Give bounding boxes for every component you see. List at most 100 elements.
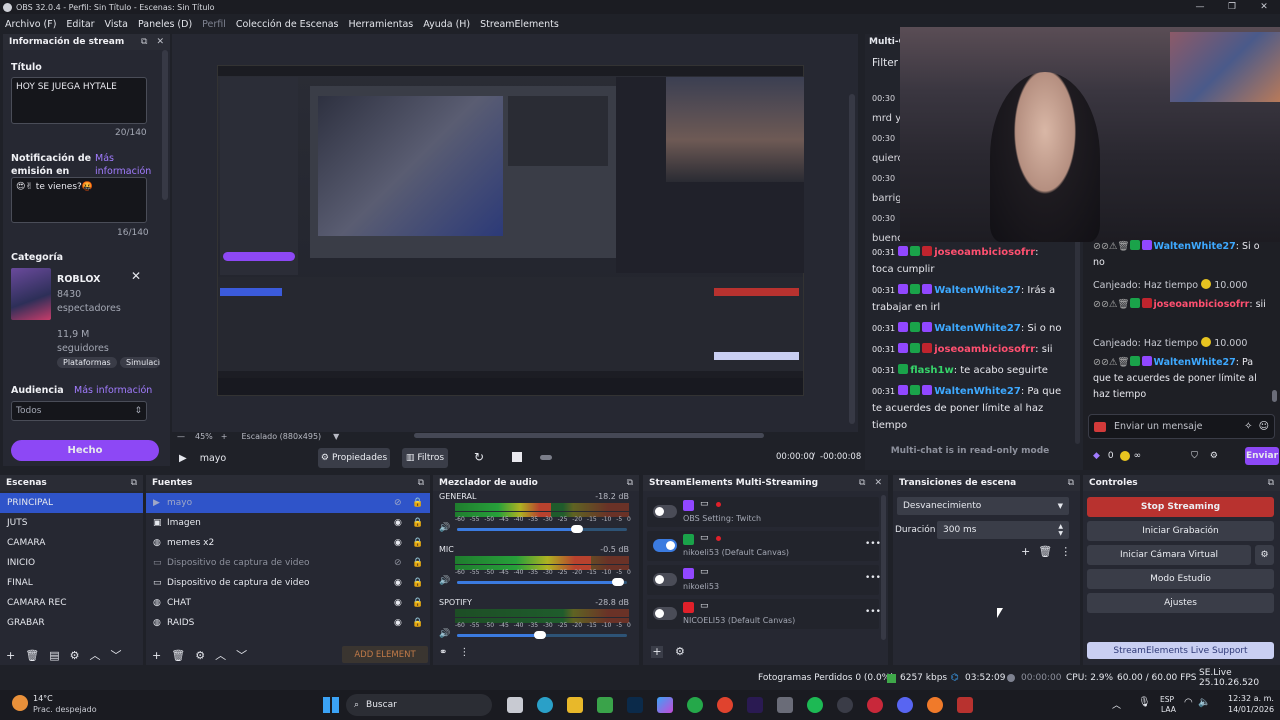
eye-icon[interactable]: ◉ bbox=[394, 518, 412, 528]
copilot-icon[interactable] bbox=[657, 697, 673, 713]
close-dock-icon[interactable]: ✕ bbox=[156, 37, 164, 47]
properties-button[interactable]: ⚙ Propiedades bbox=[318, 448, 390, 468]
scene-item[interactable]: FINAL bbox=[0, 573, 143, 593]
menu-herramientas[interactable]: Herramientas bbox=[344, 19, 419, 30]
emote-icon[interactable]: ☺ bbox=[1259, 421, 1269, 432]
chat-user[interactable]: joseoambiciosofrr bbox=[934, 247, 1035, 258]
stop-icon[interactable] bbox=[512, 452, 522, 462]
bits-icon[interactable]: ◆ bbox=[1093, 451, 1100, 461]
live-support-button[interactable]: StreamElements Live Support bbox=[1087, 642, 1274, 659]
close-dock-icon[interactable]: ✕ bbox=[874, 478, 882, 488]
chat-user[interactable]: WaltenWhite27 bbox=[1154, 241, 1236, 252]
whatsapp-icon[interactable] bbox=[687, 697, 703, 713]
wifi-icon[interactable]: ◠ bbox=[1184, 697, 1193, 708]
more-icon[interactable]: ⋮ bbox=[1060, 545, 1071, 558]
shield-icon[interactable]: ⛉ bbox=[1191, 451, 1198, 461]
up-icon[interactable]: ︿ bbox=[89, 647, 100, 663]
magic-icon[interactable]: ✧ bbox=[1244, 421, 1252, 432]
multistream-item[interactable]: ▭ NICOELI53 (Default Canvas) ••• bbox=[647, 599, 881, 629]
float-icon[interactable]: ⧉ bbox=[418, 478, 424, 488]
edge-icon[interactable] bbox=[537, 697, 553, 713]
lock-icon[interactable]: 🔒 bbox=[412, 498, 430, 508]
multistream-scrollbar[interactable] bbox=[881, 495, 886, 640]
taskview-icon[interactable] bbox=[507, 697, 523, 713]
more-icon[interactable]: ••• bbox=[865, 573, 881, 583]
volume-slider-handle[interactable] bbox=[612, 578, 625, 586]
multistream-item[interactable]: ▭ nikoeli53 ••• bbox=[647, 565, 881, 595]
store-icon[interactable] bbox=[777, 697, 793, 713]
float-icon[interactable]: ⧉ bbox=[859, 478, 865, 488]
menu-archivo[interactable]: Archivo (F) bbox=[0, 19, 61, 30]
send-button[interactable]: Enviar bbox=[1245, 447, 1279, 465]
media-slider[interactable] bbox=[540, 455, 552, 460]
scene-item[interactable]: GRABAR bbox=[0, 613, 143, 633]
menu-perfil[interactable]: Perfil bbox=[197, 19, 231, 30]
source-item[interactable]: ▭ Dispositivo de captura de video ⊘ 🔒 bbox=[146, 553, 430, 573]
notif-more-link[interactable]: Más información bbox=[95, 152, 153, 178]
notif-input[interactable]: 😍✌ te vienes?🤬 bbox=[11, 177, 147, 223]
photoshop-icon[interactable] bbox=[627, 697, 643, 713]
add-element-button[interactable]: ADD ELEMENT bbox=[342, 646, 428, 663]
studio-mode-button[interactable]: Modo Estudio bbox=[1087, 569, 1274, 589]
clock-date[interactable]: 14/01/2026 bbox=[1228, 705, 1274, 714]
mic-icon[interactable]: 🎙 bbox=[1138, 697, 1151, 708]
zoom-plus-icon[interactable]: + bbox=[221, 432, 228, 441]
clock-time[interactable]: 12:32 a. m. bbox=[1228, 694, 1274, 703]
category-remove-icon[interactable]: ✕ bbox=[131, 269, 141, 283]
minecraft-icon[interactable] bbox=[597, 697, 613, 713]
lock-icon[interactable]: 🔒 bbox=[412, 558, 430, 568]
up-icon[interactable]: ︿ bbox=[215, 647, 226, 663]
virtual-camera-button[interactable]: Iniciar Cámara Virtual bbox=[1087, 545, 1251, 565]
add-icon[interactable]: + bbox=[651, 645, 663, 658]
duration-input[interactable]: 300 ms ▲ ▼ bbox=[937, 521, 1069, 539]
lock-icon[interactable]: 🔒 bbox=[412, 538, 430, 548]
done-button[interactable]: Hecho bbox=[11, 440, 159, 461]
menu-ayuda[interactable]: Ayuda (H) bbox=[418, 19, 475, 30]
menu-streamelements[interactable]: StreamElements bbox=[475, 19, 564, 30]
source-settings-icon[interactable]: ⚙ bbox=[195, 649, 205, 662]
toggle-switch[interactable] bbox=[653, 505, 677, 518]
zoom-minus-icon[interactable]: — bbox=[177, 432, 185, 441]
title-input[interactable]: HOY SE JUEGA HYTALE bbox=[11, 77, 147, 124]
source-item[interactable]: ▭ Dispositivo de captura de video ◉ 🔒 bbox=[146, 573, 430, 593]
source-item[interactable]: ◍ memes x2 ◉ 🔒 bbox=[146, 533, 430, 553]
float-icon[interactable]: ⧉ bbox=[141, 37, 147, 47]
restart-icon[interactable]: ↻ bbox=[474, 450, 484, 464]
lang-top[interactable]: ESP bbox=[1160, 695, 1174, 704]
chat-user[interactable]: WaltenWhite27 bbox=[934, 386, 1021, 397]
menu-coleccion[interactable]: Colección de Escenas bbox=[231, 19, 344, 30]
scene-filter-icon[interactable]: ▤ bbox=[49, 649, 59, 662]
play-icon[interactable]: ▶ bbox=[179, 453, 187, 464]
toggle-switch[interactable] bbox=[653, 539, 677, 552]
source-item[interactable]: ▶ mayo ⊘ 🔒 bbox=[146, 493, 430, 513]
float-icon[interactable]: ⧉ bbox=[131, 478, 137, 488]
lock-icon[interactable]: 🔒 bbox=[412, 618, 430, 628]
stream-info-scrollbar[interactable] bbox=[162, 50, 168, 200]
chat-user[interactable]: joseoambiciosofrr bbox=[1154, 299, 1250, 310]
mixer-menu-icon[interactable]: ⋮ bbox=[459, 647, 469, 658]
chat-user[interactable]: flash1w bbox=[910, 365, 953, 376]
float-icon[interactable]: ⧉ bbox=[1268, 478, 1274, 488]
opera-icon[interactable] bbox=[867, 697, 883, 713]
chrome-icon[interactable] bbox=[717, 697, 733, 713]
start-icon[interactable] bbox=[323, 697, 339, 713]
more-icon[interactable]: ••• bbox=[865, 607, 881, 617]
scale-dropdown-icon[interactable]: ▼ bbox=[333, 432, 339, 441]
preview-scrollbar-h[interactable] bbox=[414, 433, 764, 438]
volume-icon[interactable]: 🔈 bbox=[1198, 697, 1210, 708]
transition-select[interactable]: Desvanecimiento ▼ bbox=[897, 497, 1069, 515]
chat-user[interactable]: WaltenWhite27 bbox=[934, 323, 1021, 334]
chat-settings-icon[interactable]: ⚙ bbox=[1210, 451, 1218, 461]
stop-streaming-button[interactable]: Stop Streaming bbox=[1087, 497, 1274, 517]
close-icon[interactable]: ✕ bbox=[1248, 2, 1280, 12]
category-tag[interactable]: Simulaci bbox=[120, 357, 160, 368]
multistream-item[interactable]: ▭ OBS Setting: Twitch bbox=[647, 497, 879, 527]
app-icon[interactable] bbox=[957, 697, 973, 713]
lock-icon[interactable]: 🔒 bbox=[412, 518, 430, 528]
trash-icon[interactable]: 🗑 bbox=[25, 649, 39, 662]
toggle-switch[interactable] bbox=[653, 607, 677, 620]
float-icon[interactable]: ⧉ bbox=[1068, 478, 1074, 488]
add-icon[interactable]: + bbox=[1021, 545, 1030, 558]
premiere-icon[interactable] bbox=[747, 697, 763, 713]
float-icon[interactable]: ⧉ bbox=[627, 478, 633, 488]
